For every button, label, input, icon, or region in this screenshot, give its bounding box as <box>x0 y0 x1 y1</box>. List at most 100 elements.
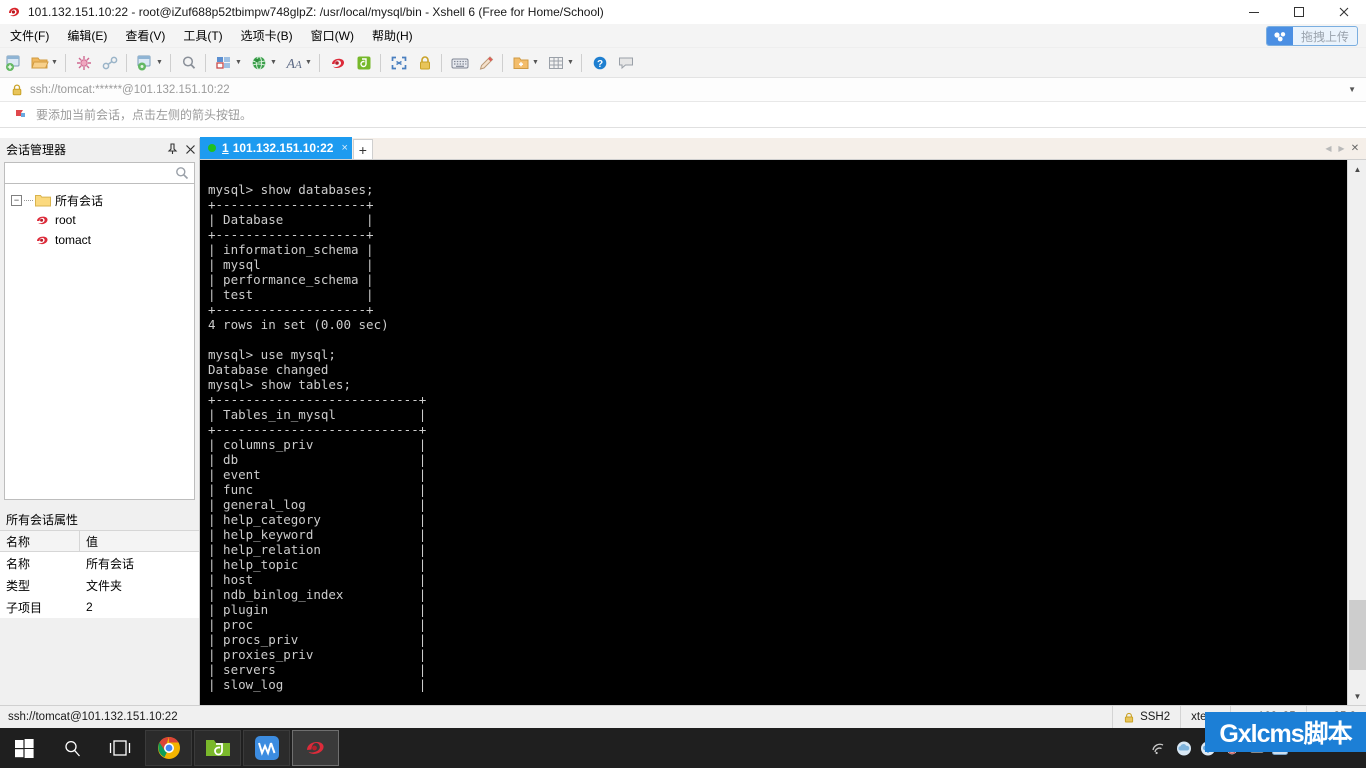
scrollbar-thumb[interactable] <box>1349 600 1366 670</box>
tab-close-all-icon[interactable]: ✕ <box>1348 140 1362 156</box>
xshell-icon <box>6 4 22 20</box>
chrome-taskbar-icon[interactable] <box>145 730 192 766</box>
chevron-down-icon[interactable]: ▼ <box>269 54 278 72</box>
terminal-output[interactable]: mysql> show databases; +----------------… <box>200 160 1347 705</box>
drag-upload-label: 拖拽上传 <box>1300 29 1349 44</box>
task-view-icon[interactable] <box>96 728 144 768</box>
menu-tabs[interactable]: 选项卡(B) <box>233 24 301 47</box>
sidebar-item-label: tomact <box>55 233 92 247</box>
fullscreen-icon <box>389 54 409 72</box>
session-properties-icon <box>135 54 155 72</box>
disconnect-button[interactable] <box>98 51 122 75</box>
new-session-button[interactable] <box>2 51 26 75</box>
fullscreen-button[interactable] <box>387 51 411 75</box>
new-tab-button[interactable]: + <box>352 139 373 159</box>
font-button[interactable]: A A ▼ <box>282 51 315 75</box>
chevron-down-icon[interactable]: ▼ <box>155 54 164 72</box>
menu-edit[interactable]: 编辑(E) <box>59 24 115 47</box>
properties-table: 名称 值 名称 所有会话 类型 文件夹 子项目 2 <box>0 530 199 618</box>
pin-icon[interactable] <box>163 140 181 158</box>
address-bar[interactable]: ssh://tomcat:******@101.132.151.10:22 ▼ <box>0 78 1366 102</box>
xshell-button[interactable] <box>326 51 350 75</box>
window-title: 101.132.151.10:22 - root@iZuf688p52tbimp… <box>28 4 604 19</box>
feedback-icon <box>616 54 636 72</box>
window-controls <box>1231 0 1366 24</box>
properties-header-row: 名称 值 <box>0 530 199 552</box>
grid-layout-button[interactable]: ▼ <box>544 51 577 75</box>
connection-status-icon <box>208 144 216 152</box>
minimize-button[interactable] <box>1231 0 1276 24</box>
xshell-session-icon <box>35 213 50 227</box>
chevron-down-icon[interactable]: ▼ <box>50 54 59 72</box>
terminal-scrollbar[interactable]: ▲ ▼ <box>1347 160 1366 705</box>
new-session-icon <box>4 54 24 72</box>
close-button[interactable] <box>1321 0 1366 24</box>
highlight-pen-icon <box>476 54 496 72</box>
xftp-icon <box>354 54 374 72</box>
cloud-tray-icon[interactable] <box>1172 728 1196 768</box>
session-properties-button[interactable]: ▼ <box>133 51 166 75</box>
scroll-down-icon[interactable]: ▼ <box>1348 687 1366 705</box>
wifi-tray-icon[interactable] <box>1148 728 1172 768</box>
lock-icon <box>1123 712 1135 723</box>
table-row[interactable]: 名称 所有会话 <box>0 552 199 574</box>
status-protocol: SSH2 <box>1140 711 1171 723</box>
svg-text:?: ? <box>597 59 603 70</box>
xftp-button[interactable] <box>352 51 376 75</box>
open-session-button[interactable]: ▼ <box>28 51 61 75</box>
tab-scroll-left-icon[interactable]: ◀ <box>1322 140 1335 156</box>
tab-close-icon[interactable]: × <box>341 142 347 154</box>
menu-help[interactable]: 帮助(H) <box>364 24 421 47</box>
session-search-input[interactable] <box>5 166 174 180</box>
chevron-down-icon[interactable]: ▼ <box>234 54 243 72</box>
help-button[interactable]: ? <box>588 51 612 75</box>
layout-button[interactable]: ▼ <box>212 51 245 75</box>
table-row[interactable]: 类型 文件夹 <box>0 574 199 596</box>
feedback-button[interactable] <box>614 51 638 75</box>
tree-expander-icon[interactable]: − <box>11 194 22 206</box>
table-row[interactable]: 子项目 2 <box>0 596 199 618</box>
close-icon[interactable] <box>181 140 199 158</box>
connect-button[interactable] <box>72 51 96 75</box>
highlight-pen-button[interactable] <box>474 51 498 75</box>
keyboard-button[interactable] <box>448 51 472 75</box>
chevron-down-icon[interactable]: ▼ <box>566 54 575 72</box>
xshell-taskbar-icon[interactable] <box>292 730 339 766</box>
sidebar-item-tomact[interactable]: tomact <box>5 230 194 250</box>
session-manager-header: 会话管理器 <box>0 138 199 160</box>
windows-start-icon[interactable] <box>0 728 48 768</box>
scroll-up-icon[interactable]: ▲ <box>1348 160 1366 178</box>
session-manager-title: 会话管理器 <box>6 142 67 157</box>
chevron-down-icon[interactable]: ▼ <box>1348 85 1356 94</box>
properties-col-value: 值 <box>86 534 99 549</box>
maximize-button[interactable] <box>1276 0 1321 24</box>
toolbar-separator <box>581 53 582 72</box>
menu-window[interactable]: 窗口(W) <box>303 24 362 47</box>
tab-scroll-right-icon[interactable]: ▶ <box>1335 140 1348 156</box>
tree-item-all-sessions[interactable]: − 所有会话 <box>5 190 194 210</box>
cloud-upload-icon <box>1266 27 1293 45</box>
add-folder-button[interactable]: ▼ <box>509 51 542 75</box>
help-icon: ? <box>590 54 610 72</box>
xftp-taskbar-icon[interactable] <box>194 730 241 766</box>
menu-tools[interactable]: 工具(T) <box>175 24 230 47</box>
toolbar-separator <box>502 53 503 72</box>
chevron-down-icon[interactable]: ▼ <box>531 54 540 72</box>
wps-taskbar-icon[interactable] <box>243 730 290 766</box>
windows-taskbar: 2018/11/10 <box>0 728 1366 768</box>
chevron-down-icon[interactable]: ▼ <box>304 54 313 72</box>
session-search-box[interactable] <box>4 162 195 184</box>
sidebar-item-root[interactable]: root <box>5 210 194 230</box>
tab-number: 1 <box>222 141 229 155</box>
lock-button[interactable] <box>413 51 437 75</box>
menu-view[interactable]: 查看(V) <box>117 24 173 47</box>
watermark: Gxlcms脚本 <box>1205 712 1366 752</box>
address-input[interactable]: ssh://tomcat:******@101.132.151.10:22 <box>30 84 1348 96</box>
menu-file[interactable]: 文件(F) <box>2 24 57 47</box>
tab-session-1[interactable]: 1 101.132.151.10:22 × <box>200 137 352 159</box>
drag-upload-button[interactable]: 拖拽上传 <box>1265 26 1358 46</box>
encoding-button[interactable]: ▼ <box>247 51 280 75</box>
search-icon[interactable] <box>174 165 190 181</box>
find-button[interactable] <box>177 51 201 75</box>
search-icon[interactable] <box>48 728 96 768</box>
